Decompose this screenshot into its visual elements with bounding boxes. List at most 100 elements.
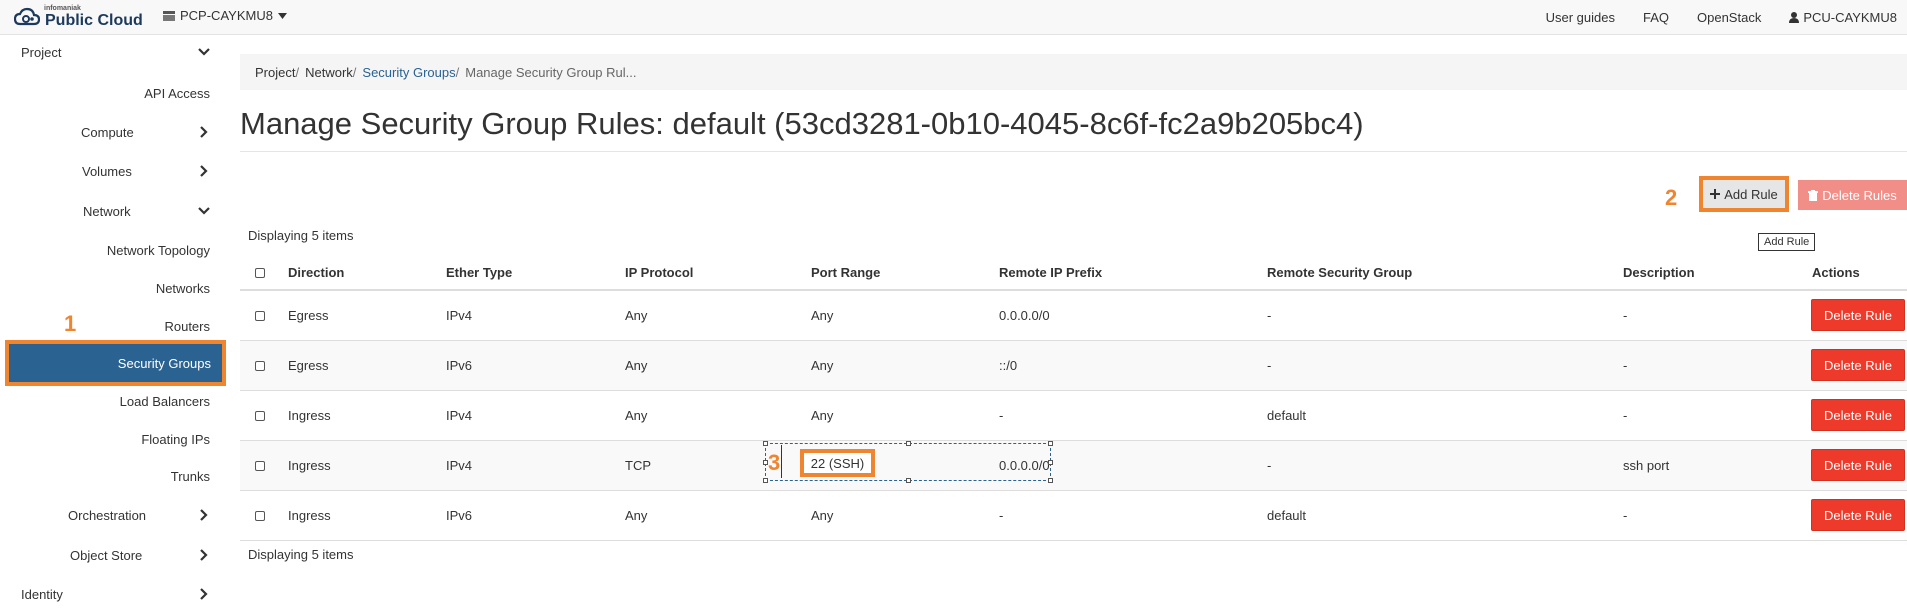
sidebar-item-routers[interactable]: Routers [5,311,225,341]
project-icon [163,10,175,21]
selection-handle[interactable] [1048,441,1053,446]
delete-rule-button[interactable]: Delete Rule [1811,399,1905,431]
text-cursor [781,445,782,478]
caret-down-icon [277,12,287,19]
user-icon [1789,11,1800,23]
delete-rules-label: Delete Rules [1822,187,1897,203]
sidebar-item-label: Object Store [70,547,143,563]
annotation-3: 3 [768,450,781,475]
cell-remote-ip-prefix: ::/0 [999,358,1018,373]
chevron-right-icon [200,588,208,600]
trash-icon [1808,189,1819,201]
logo-title: Public Cloud [45,12,143,29]
annotation-1: 1 [64,311,77,336]
delete-rule-button[interactable]: Delete Rule [1811,449,1905,481]
sidebar-item-project[interactable]: Project [5,37,225,67]
cell-direction: Egress [288,358,329,373]
delete-rule-button[interactable]: Delete Rule [1811,299,1905,331]
breadcrumb-network[interactable]: Network [305,65,353,80]
sidebar-item-volumes[interactable]: Volumes [5,156,225,186]
cell-description: - [1623,358,1628,373]
row-checkbox[interactable] [255,360,265,371]
delete-rule-button[interactable]: Delete Rule [1811,349,1905,381]
sidebar-item-orchestration[interactable]: Orchestration [5,500,225,530]
column-header-ip-protocol[interactable]: IP Protocol [625,256,693,289]
breadcrumb-separator: / [295,64,300,80]
cell-remote-security-group: - [1267,458,1272,473]
cell-direction: Ingress [288,408,331,423]
sidebar-item-network-topology[interactable]: Network Topology [5,235,225,265]
cell-port-range: Any [811,358,834,373]
selection-handle[interactable] [1048,460,1053,465]
row-checkbox[interactable] [255,310,265,321]
column-header-port-range[interactable]: Port Range [811,256,880,289]
delete-rule-button[interactable]: Delete Rule [1811,499,1905,531]
port-range-ssh-highlight: 22 (SSH) [800,449,875,477]
sidebar-item-floating-ips[interactable]: Floating IPs [5,424,225,454]
openstack-link[interactable]: OpenStack [1697,10,1761,25]
sidebar-item-security-groups[interactable]: Security Groups [5,340,226,386]
cloud-logo-icon [14,7,40,26]
sidebar-item-trunks[interactable]: Trunks [5,461,225,491]
sidebar-item-object-store[interactable]: Object Store [5,540,225,570]
logo-brand-small: infomaniak [44,5,81,12]
cell-ether-type: IPv4 [446,408,473,423]
cell-description: - [1623,508,1628,523]
faq-link[interactable]: FAQ [1643,10,1669,25]
logo[interactable]: infomaniak Public Cloud [14,3,143,31]
chevron-right-icon [200,165,208,177]
selection-handle[interactable] [906,441,911,446]
items-count-bottom: Displaying 5 items [248,547,354,562]
sidebar-item-label: API Access [144,85,210,101]
cell-remote-security-group: - [1267,308,1272,323]
cell-ether-type: IPv4 [446,308,473,323]
column-header-remote-ip-prefix[interactable]: Remote IP Prefix [999,256,1102,289]
project-selector[interactable]: PCP-CAYKMU8 [163,8,287,23]
breadcrumb-project[interactable]: Project [255,65,295,80]
sidebar-item-label: Network [83,203,131,219]
sidebar-item-network[interactable]: Network [5,196,225,226]
column-header-actions: Actions [1812,265,1860,280]
selection-handle[interactable] [906,478,911,483]
table-row: Ingress IPv4 Any Any - default - Delete … [240,391,1907,441]
chevron-down-icon [198,207,210,215]
cell-remote-security-group: default [1267,508,1307,523]
selection-handle[interactable] [1048,478,1053,483]
project-name: PCP-CAYKMU8 [180,8,273,23]
title-divider [240,151,1907,152]
breadcrumb-current: Manage Security Group Rul... [465,64,637,80]
cell-ip-protocol: Any [625,308,648,323]
cell-direction: Ingress [288,508,331,523]
row-checkbox[interactable] [255,510,265,521]
table-header: Direction Ether Type IP Protocol Port Ra… [240,256,1907,291]
selection-handle[interactable] [763,478,768,483]
sidebar-item-label: Compute [81,124,134,140]
add-rule-button[interactable]: Add Rule [1699,176,1789,212]
column-header-description[interactable]: Description [1623,256,1695,289]
selection-handle[interactable] [763,441,768,446]
select-all-checkbox[interactable] [255,267,265,278]
column-header-ether-type[interactable]: Ether Type [446,256,512,289]
breadcrumb-security-groups[interactable]: Security Groups [362,65,455,80]
sidebar-item-compute[interactable]: Compute [5,117,225,147]
sidebar-item-label: Floating IPs [141,431,210,447]
sidebar-item-api-access[interactable]: API Access [5,78,225,108]
chevron-down-icon [198,48,210,56]
row-checkbox[interactable] [255,410,265,421]
sidebar-item-networks[interactable]: Networks [5,273,225,303]
column-header-remote-security-group[interactable]: Remote Security Group [1267,256,1412,289]
user-guides-link[interactable]: User guides [1546,10,1615,25]
sidebar-item-label: Network Topology [106,242,210,258]
sidebar-item-load-balancers[interactable]: Load Balancers [5,386,225,416]
row-checkbox[interactable] [255,460,265,471]
cell-ip-protocol: Any [625,408,648,423]
sidebar-item-identity[interactable]: Identity [5,579,225,609]
cell-direction: Ingress [288,458,331,473]
top-navbar: infomaniak Public Cloud PCP-CAYKMU8 User… [0,0,1907,35]
breadcrumb-separator: / [455,64,460,80]
delete-rules-button[interactable]: Delete Rules [1798,180,1907,210]
sidebar-item-label: Volumes [82,163,132,179]
column-header-direction[interactable]: Direction [288,256,344,289]
cell-remote-ip-prefix: - [999,508,1004,523]
user-menu[interactable]: PCU-CAYKMU8 [1789,10,1897,25]
